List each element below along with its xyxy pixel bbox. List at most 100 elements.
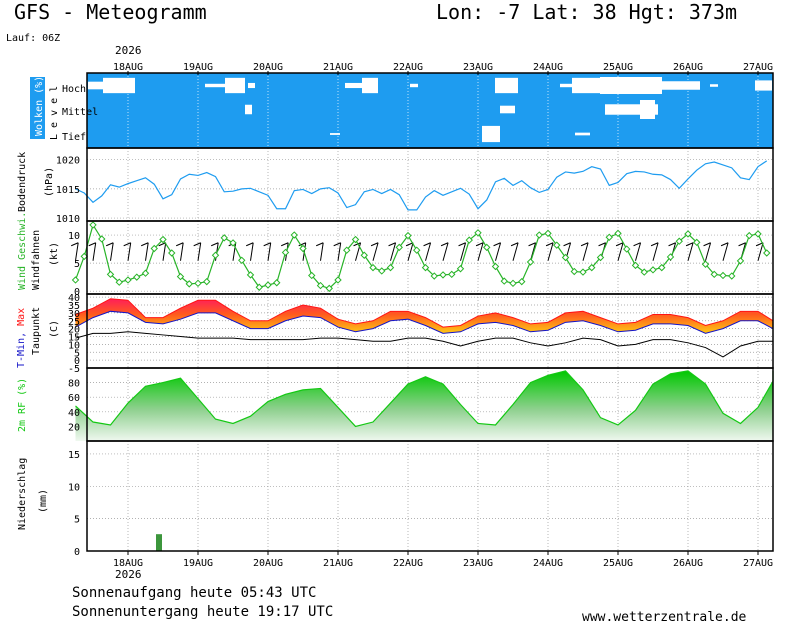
wind-barb xyxy=(355,242,362,261)
wind-speed-point xyxy=(483,243,491,252)
wind-speed-point xyxy=(500,277,508,285)
wind-barb xyxy=(127,242,132,261)
humidity-axis-label: 2m RF (%) xyxy=(17,378,28,432)
date-label-top: 18AUG xyxy=(113,62,143,73)
wind-barb xyxy=(460,242,467,261)
wind-barb xyxy=(495,242,502,261)
wind-barb-flag xyxy=(106,242,114,247)
date-label-top: 20AUG xyxy=(253,62,283,73)
cloud-gap xyxy=(600,77,662,94)
wind-barb-flag xyxy=(141,242,149,247)
wind-barb xyxy=(425,242,432,261)
wind-speed-point xyxy=(526,258,535,266)
wind-barb xyxy=(197,242,202,261)
wind-speed-point xyxy=(194,279,202,288)
cloud-gap xyxy=(710,84,718,87)
wind-barb-flag xyxy=(123,242,131,247)
wind-speed-point xyxy=(378,267,386,275)
cloud-level-label: Hoch xyxy=(62,84,86,95)
wind-barb-flag xyxy=(71,242,79,247)
wind-barb xyxy=(180,242,184,261)
wind-barb-flag xyxy=(333,242,341,247)
wind-speed-point xyxy=(579,268,587,276)
wind-barb-flag xyxy=(193,242,201,247)
temp-unit-label: (C) xyxy=(49,320,60,338)
cloud-level-label: Tief xyxy=(62,132,86,143)
cloud-gap xyxy=(88,81,103,90)
panel-frame xyxy=(86,440,774,552)
wind-speed-point xyxy=(89,221,97,229)
cloud-gap xyxy=(495,77,518,94)
panel-frame xyxy=(86,147,774,222)
wind-tick-label: 5 xyxy=(74,259,80,270)
wind-speed-point xyxy=(649,266,657,274)
wind-speed-point xyxy=(745,231,753,240)
date-label-top: 24AUG xyxy=(533,62,563,73)
wind-barb xyxy=(442,242,449,261)
precip-tick-label: 10 xyxy=(68,482,80,493)
pressure-unit-label: (hPa) xyxy=(44,167,55,197)
wind-barb xyxy=(582,242,589,261)
cloud-gap xyxy=(330,133,340,135)
precip-bar xyxy=(156,534,162,551)
cloud-gap xyxy=(410,83,418,88)
date-label-bottom: 20AUG xyxy=(253,558,283,569)
wind-speed-point xyxy=(238,256,246,265)
date-label-top: 26AUG xyxy=(673,62,703,73)
wind-speed-point xyxy=(614,229,622,238)
wind-speed-point xyxy=(281,248,290,257)
wind-speed-point xyxy=(273,279,281,287)
wind-speed-point xyxy=(124,276,132,284)
date-label-top: 23AUG xyxy=(463,62,493,73)
wind-speed-point xyxy=(491,262,500,271)
wind-speed-point xyxy=(98,235,106,243)
wind-barb xyxy=(757,242,764,261)
wind-barb-axis-label: Windfahnen xyxy=(31,230,42,290)
wind-speed-point xyxy=(141,269,150,277)
date-label-top: 25AUG xyxy=(603,62,633,73)
precip-unit-label: (mm) xyxy=(38,489,49,513)
precip-axis-label: Niederschlag xyxy=(17,458,28,530)
wind-barb xyxy=(320,242,324,261)
wind-barb xyxy=(407,242,414,261)
date-label-top: 21AUG xyxy=(323,62,353,73)
humidity-tick-label: 40 xyxy=(68,408,80,419)
humidity-area xyxy=(75,370,773,441)
wind-barb xyxy=(162,242,167,261)
temp-tick-label: 40 xyxy=(68,293,80,304)
wind-speed-point xyxy=(71,276,80,284)
wind-speed-point xyxy=(168,249,176,257)
wind-barb xyxy=(705,242,712,261)
date-label-top: 19AUG xyxy=(183,62,213,73)
wind-barb xyxy=(75,242,79,261)
cloud-gap xyxy=(248,82,255,89)
wind-barb-flag xyxy=(316,242,324,247)
wind-speed-point xyxy=(439,271,447,279)
wind-barb-flag xyxy=(281,242,289,247)
precip-tick-label: 5 xyxy=(74,515,80,526)
pressure-tick-label: 1010 xyxy=(56,214,80,225)
cloud-gap xyxy=(245,104,252,115)
meteogram-chart: 1010101510200510-50510152025303540204060… xyxy=(16,62,774,569)
cloud-gap xyxy=(345,82,362,89)
wind-tick-label: 10 xyxy=(68,231,80,242)
wind-barb xyxy=(635,242,642,261)
dewpoint-axis-label: Taupunkt xyxy=(31,307,42,355)
wind-barb xyxy=(110,242,114,261)
temp-axis-label: T-Min, Max xyxy=(16,308,27,368)
cloud-gap xyxy=(560,83,572,88)
wind-speed-point xyxy=(220,234,228,242)
wind-unit-label: (kt) xyxy=(49,242,60,266)
cloud-gap xyxy=(572,77,600,94)
wind-speed-point xyxy=(456,265,465,273)
tmax-axis-label: Max xyxy=(16,308,27,332)
wind-barb xyxy=(722,242,729,261)
date-label-bottom: 24AUG xyxy=(533,558,563,569)
pressure-tick-label: 1015 xyxy=(56,185,80,196)
cloud-gap xyxy=(103,77,135,94)
date-label-top: 27AUG xyxy=(743,62,773,73)
wind-barb-flag xyxy=(263,242,271,247)
wind-barb xyxy=(477,242,484,261)
wind-barb xyxy=(92,242,97,261)
cloud-gap xyxy=(755,80,772,91)
